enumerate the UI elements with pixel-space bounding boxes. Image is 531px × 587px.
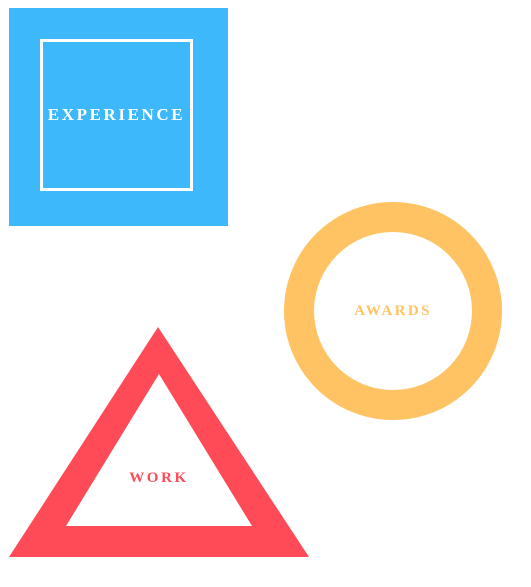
triangle-shape-icon: [9, 327, 309, 557]
experience-square-link[interactable]: EXPERIENCE: [9, 8, 228, 226]
experience-label: EXPERIENCE: [47, 105, 186, 124]
awards-label: AWARDS: [354, 302, 432, 319]
work-triangle-link[interactable]: WORK: [9, 327, 309, 558]
experience-inner-frame: EXPERIENCE: [40, 39, 193, 191]
awards-circle-link[interactable]: AWARDS: [284, 202, 502, 420]
work-label: WORK: [129, 470, 189, 486]
